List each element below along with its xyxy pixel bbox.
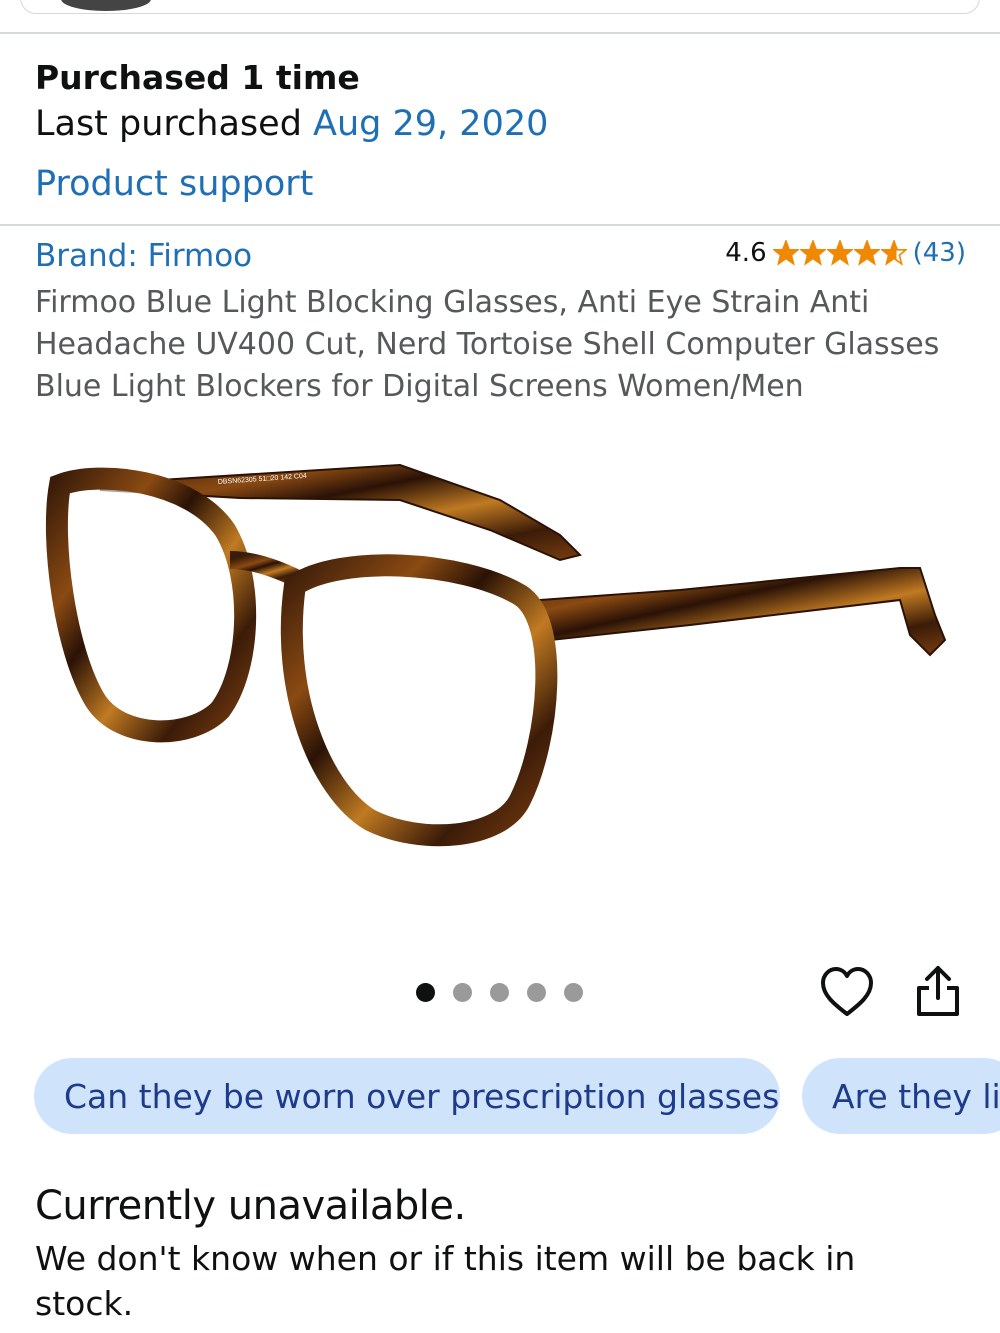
last-purchased-date-link[interactable]: Aug 29, 2020 — [313, 104, 548, 144]
share-icon[interactable] — [914, 964, 962, 1018]
brand-link[interactable]: Brand: Firmoo — [35, 238, 252, 274]
star-icon — [880, 240, 907, 266]
search-bar[interactable] — [20, 0, 980, 14]
last-purchased: Last purchased Aug 29, 2020 — [35, 104, 548, 144]
rating[interactable]: 4.6 (43) — [725, 238, 966, 268]
product-support-link[interactable]: Product support — [35, 164, 313, 204]
carousel-dot[interactable] — [527, 983, 546, 1002]
question-chip[interactable]: Can they be worn over prescription glass… — [34, 1058, 780, 1134]
availability-message: We don't know when or if this item will … — [35, 1239, 856, 1323]
star-icon — [799, 240, 826, 266]
heart-icon[interactable] — [820, 966, 874, 1018]
star-icon — [826, 240, 853, 266]
image-carousel-dots[interactable] — [416, 983, 583, 1002]
divider — [0, 224, 1000, 226]
carousel-dot[interactable] — [490, 983, 509, 1002]
purchase-count: Purchased 1 time — [35, 58, 360, 97]
review-count[interactable]: (43) — [913, 238, 966, 268]
last-purchased-label: Last purchased — [35, 104, 314, 144]
star-icon — [853, 240, 880, 266]
search-thumbnail — [61, 0, 151, 11]
carousel-dot[interactable] — [453, 983, 472, 1002]
product-image[interactable]: DBSN62305 51□20 142 C04 — [40, 440, 960, 880]
carousel-dot[interactable] — [564, 983, 583, 1002]
star-rating — [772, 240, 907, 266]
star-icon — [772, 240, 799, 266]
divider — [0, 32, 1000, 34]
carousel-dot[interactable] — [416, 983, 435, 1002]
availability-status: Currently unavailable. — [35, 1183, 466, 1229]
rating-value: 4.6 — [725, 238, 767, 268]
question-chip[interactable]: Are they lig — [802, 1058, 1000, 1134]
product-title: Firmoo Blue Light Blocking Glasses, Anti… — [35, 285, 940, 404]
